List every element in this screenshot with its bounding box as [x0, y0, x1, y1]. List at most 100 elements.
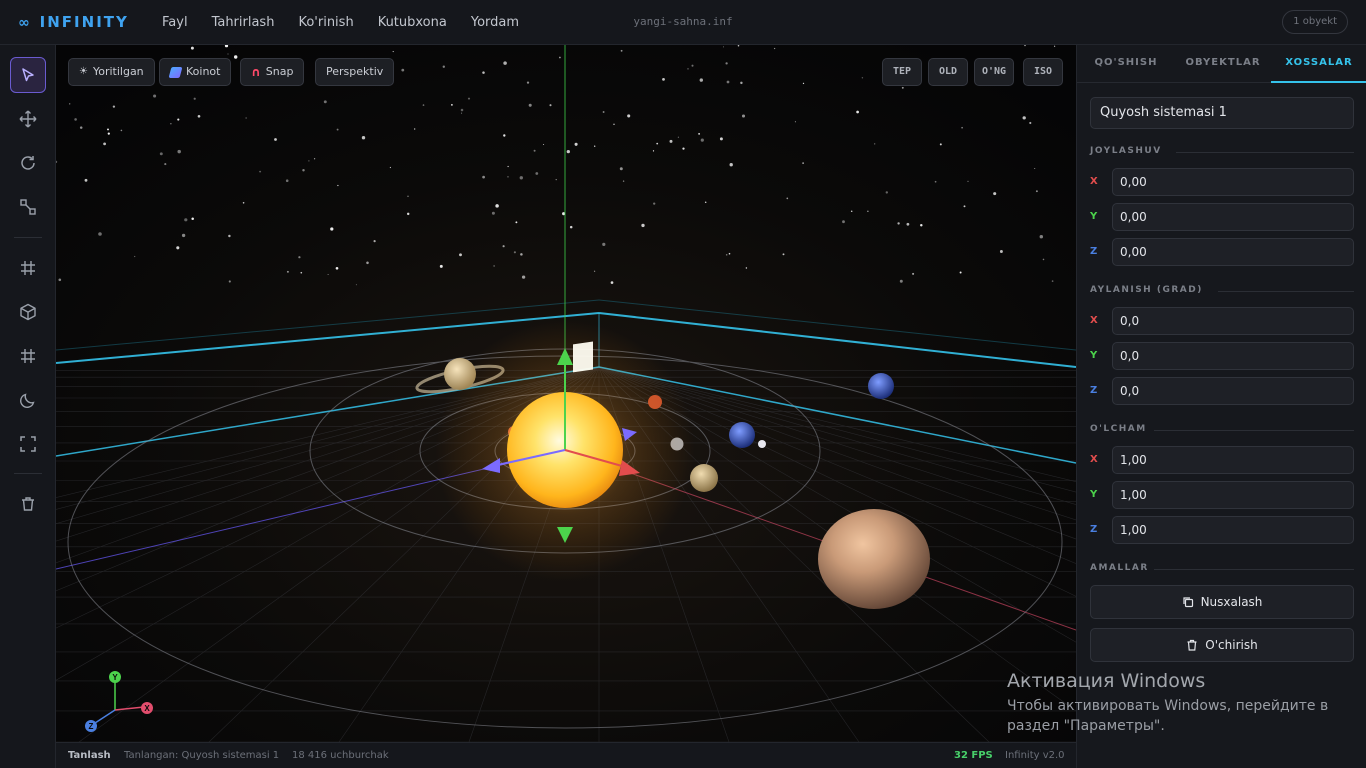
position-x-label: X	[1090, 176, 1098, 187]
rotation-y-label: Y	[1090, 350, 1098, 361]
scene-canvas[interactable]: Y X Z	[56, 45, 1076, 742]
scale-z-label: Z	[1090, 524, 1098, 535]
duplicate-label: Nusxalash	[1200, 595, 1263, 609]
cursor-arrow-icon	[22, 68, 34, 82]
scale-x-input[interactable]: 1,00	[1112, 446, 1354, 474]
scale-z-input[interactable]: 1,00	[1112, 516, 1354, 544]
watermark-title: Активация Windows	[1007, 670, 1206, 692]
perspective-label: Perspektiv	[326, 65, 384, 78]
sun-icon: ☀	[79, 66, 88, 77]
tab-properties[interactable]: XOSSALAR	[1271, 45, 1366, 83]
duplicate-button[interactable]: Nusxalash	[1090, 585, 1354, 619]
delete-button[interactable]: O'chirish	[1090, 628, 1354, 662]
position-y-input[interactable]: 0,00	[1112, 203, 1354, 231]
lighting-toggle[interactable]: ☀ Yoritilgan	[68, 58, 155, 86]
view-top-button[interactable]: TEP	[882, 58, 922, 86]
cube-icon	[20, 303, 36, 321]
universe-label: Koinot	[186, 65, 221, 78]
dark-mode-tool-button[interactable]	[10, 382, 46, 418]
fullscreen-tool-button[interactable]	[10, 426, 46, 462]
object-name-input[interactable]: Quyosh sistemasi 1	[1090, 97, 1354, 129]
gizmo-y-label: Y	[112, 673, 118, 682]
fullscreen-icon	[20, 436, 36, 452]
left-toolbar	[0, 45, 56, 768]
trash-icon	[1187, 639, 1197, 651]
object-count-badge: 1 obyekt	[1282, 10, 1348, 34]
watermark-line2: раздел "Параметры".	[1007, 718, 1165, 734]
gizmo-x-label: X	[144, 704, 150, 713]
view-iso-button[interactable]: ISO	[1023, 58, 1063, 86]
actions-heading: AMALLAR	[1090, 563, 1354, 573]
scale-y-label: Y	[1090, 489, 1098, 500]
object-tool-button[interactable]	[10, 294, 46, 330]
menu-edit[interactable]: Tahrirlash	[212, 15, 275, 30]
rotate-tool-button[interactable]	[10, 145, 46, 181]
scale-y-input[interactable]: 1,00	[1112, 481, 1354, 509]
select-tool-button[interactable]	[10, 57, 46, 93]
windows-activation-watermark: Активация Windows Чтобы активировать Win…	[1007, 670, 1328, 736]
rotation-x-input[interactable]: 0,0	[1112, 307, 1354, 335]
status-mode: Tanlash	[68, 750, 111, 761]
move-arrows-icon	[19, 110, 37, 128]
status-version: Infinity v2.0	[1005, 750, 1065, 761]
scene-file-name: yangi-sahna.inf	[633, 15, 733, 28]
position-z-input[interactable]: 0,00	[1112, 238, 1354, 266]
scale-tool-button[interactable]	[10, 189, 46, 225]
3d-viewport[interactable]: Y X Z ☀ Yoritilgan Koinot ∩ Snap Perspekti…	[56, 45, 1076, 742]
app-logo[interactable]: ∞ INFINITY	[18, 13, 129, 31]
top-bar: ∞ INFINITY Fayl Tahrirlash Ko'rinish Kutu…	[0, 0, 1366, 45]
rotation-z-label: Z	[1090, 385, 1098, 396]
universe-toggle[interactable]: Koinot	[159, 58, 232, 86]
move-tool-button[interactable]	[10, 101, 46, 137]
scale-heading: O'LCHAM	[1090, 424, 1354, 434]
menu-library[interactable]: Kutubxona	[378, 15, 447, 30]
delete-tool-button[interactable]	[10, 486, 46, 522]
position-z-label: Z	[1090, 246, 1098, 257]
panel-tabs: QO'SHISH OBYEKTLAR XOSSALAR	[1077, 45, 1366, 83]
moon-icon	[20, 393, 35, 408]
sun-highlight	[573, 341, 593, 373]
galaxy-icon	[168, 66, 183, 78]
snap-toggle[interactable]: ∩ Snap	[240, 58, 305, 86]
position-y-label: Y	[1090, 211, 1098, 222]
menu-file[interactable]: Fayl	[162, 15, 188, 30]
rotation-y-input[interactable]: 0,0	[1112, 342, 1354, 370]
menu-view[interactable]: Ko'rinish	[298, 15, 353, 30]
grid-tool-button[interactable]	[10, 250, 46, 286]
status-triangles: 18 416 uchburchak	[292, 750, 389, 761]
position-heading: JOYLASHUV	[1090, 146, 1354, 156]
magnet-icon: ∩	[251, 65, 261, 79]
tab-objects[interactable]: OBYEKTLAR	[1175, 45, 1271, 83]
rotation-x-label: X	[1090, 315, 1098, 326]
grid-alt-tool-button[interactable]	[10, 338, 46, 374]
planet-neptune[interactable]	[868, 373, 894, 399]
view-front-button[interactable]: OLD	[928, 58, 968, 86]
position-x-input[interactable]: 0,00	[1112, 168, 1354, 196]
view-right-button[interactable]: O'NG	[974, 58, 1014, 86]
planet-venus[interactable]	[690, 464, 718, 492]
status-selected: Tanlangan: Quyosh sistemasi 1	[124, 750, 280, 761]
snap-label: Snap	[265, 65, 294, 78]
infinity-icon: ∞	[18, 15, 32, 31]
rotation-z-input[interactable]: 0,0	[1112, 377, 1354, 405]
rotation-heading: AYLANISH (GRAD)	[1090, 285, 1354, 295]
properties-panel: QO'SHISH OBYEKTLAR XOSSALAR Quyosh siste…	[1076, 45, 1366, 768]
watermark-line1: Чтобы активировать Windows, перейдите в	[1007, 698, 1329, 714]
hash-icon	[21, 349, 35, 363]
status-bar: Tanlash Tanlangan: Quyosh sistemasi 1 18…	[56, 742, 1076, 768]
copy-icon	[1182, 597, 1193, 608]
status-fps: 32 FPS	[954, 750, 993, 761]
perspective-toggle[interactable]: Perspektiv	[315, 58, 395, 86]
scale-icon	[20, 199, 36, 215]
planet-moon[interactable]	[758, 440, 766, 448]
tab-add[interactable]: QO'SHISH	[1077, 45, 1175, 83]
planet-uranus[interactable]	[729, 422, 755, 448]
app-name: INFINITY	[39, 13, 129, 31]
gizmo-z-label: Z	[89, 722, 94, 731]
rotate-icon	[21, 156, 35, 170]
grid-icon	[21, 261, 35, 275]
planet-jupiter[interactable]	[818, 509, 930, 609]
delete-label: O'chirish	[1205, 638, 1258, 652]
lighting-label: Yoritilgan	[92, 65, 144, 78]
menu-help[interactable]: Yordam	[471, 15, 519, 30]
